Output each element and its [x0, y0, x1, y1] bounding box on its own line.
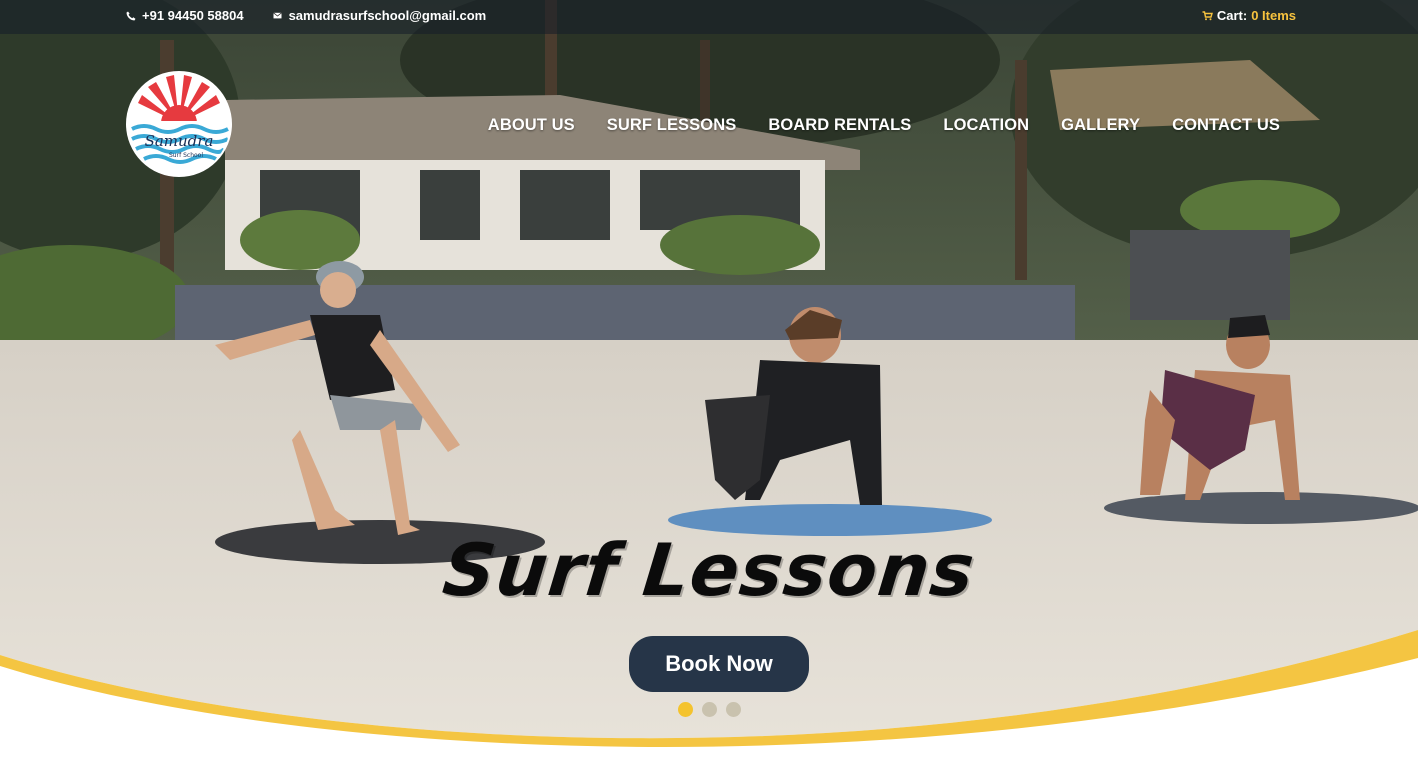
- slider-dot-2[interactable]: [702, 702, 717, 717]
- logo-brand-text: Samudra: [145, 132, 214, 150]
- cart-count: 0 Items: [1251, 8, 1296, 23]
- nav-item-board-rentals[interactable]: BOARD RENTALS: [768, 116, 911, 135]
- hero-slider: +91 94450 58804 samudrasurfschool@gmail.…: [0, 0, 1418, 757]
- slider-dot-1[interactable]: [678, 702, 693, 717]
- contact-info: +91 94450 58804 samudrasurfschool@gmail.…: [126, 8, 486, 23]
- envelope-icon: [272, 11, 282, 18]
- nav-item-contact-us[interactable]: CONTACT US: [1172, 116, 1280, 135]
- phone-link[interactable]: +91 94450 58804: [126, 8, 244, 23]
- nav-item-location[interactable]: LOCATION: [943, 116, 1029, 135]
- sunrise-wave-logo-icon: Samudra Surf School: [128, 74, 230, 175]
- main-nav: ABOUT US SURF LESSONS BOARD RENTALS LOCA…: [488, 116, 1280, 135]
- cart-link[interactable]: Cart: 0 Items: [1202, 8, 1296, 23]
- nav-item-about-us[interactable]: ABOUT US: [488, 116, 575, 135]
- slider-dot-3[interactable]: [726, 702, 741, 717]
- slide-title: Surf Lessons: [439, 528, 979, 612]
- site-logo[interactable]: Samudra Surf School: [128, 73, 230, 175]
- logo-brand-subtext: Surf School: [169, 152, 203, 159]
- email-address: samudrasurfschool@gmail.com: [288, 8, 487, 23]
- phone-icon: [126, 11, 136, 20]
- cart-label: Cart:: [1216, 8, 1248, 23]
- slider-pagination: [678, 702, 741, 717]
- top-bar: +91 94450 58804 samudrasurfschool@gmail.…: [0, 0, 1418, 34]
- nav-item-gallery[interactable]: GALLERY: [1061, 116, 1140, 135]
- shopping-cart-icon: [1202, 10, 1213, 20]
- nav-item-surf-lessons[interactable]: SURF LESSONS: [607, 116, 737, 135]
- email-link[interactable]: samudrasurfschool@gmail.com: [272, 8, 487, 23]
- book-now-button[interactable]: Book Now: [629, 636, 809, 692]
- phone-number: +91 94450 58804: [142, 8, 244, 23]
